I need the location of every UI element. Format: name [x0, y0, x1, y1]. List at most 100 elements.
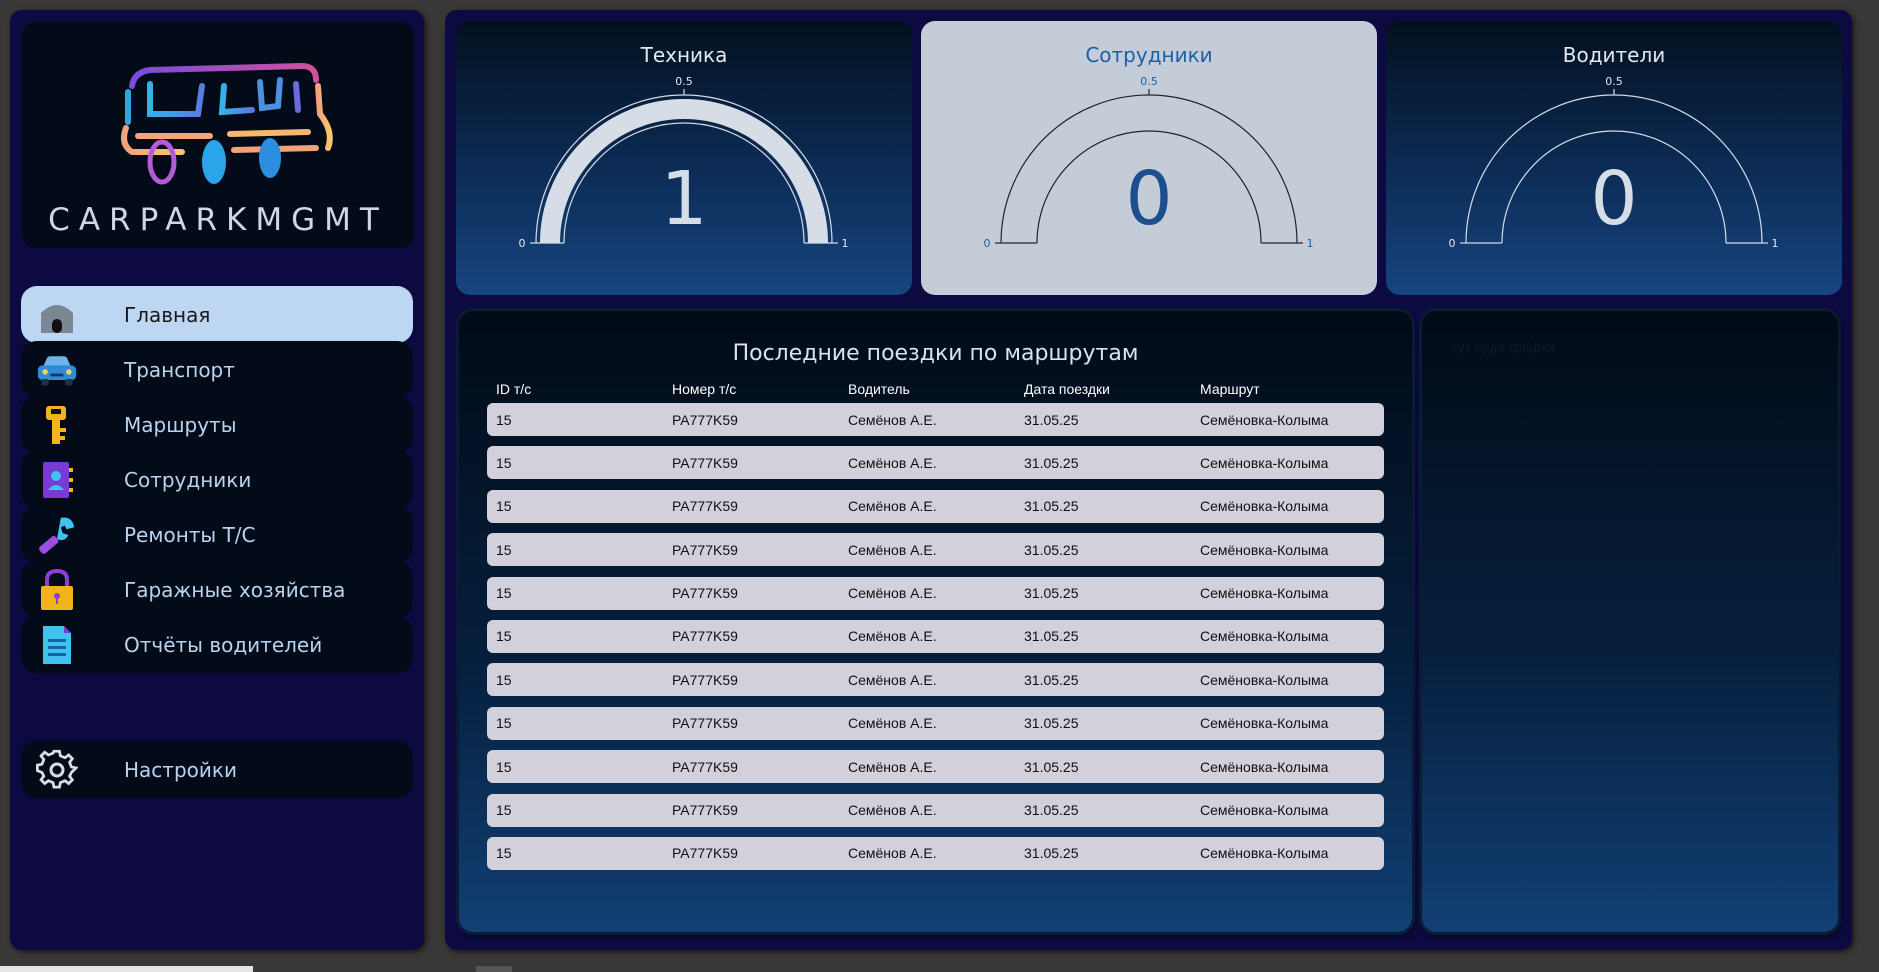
table-body: 15 PA777K59 Семёнов А.Е. 31.05.25 Семёновка-… — [487, 403, 1384, 880]
table-cell: 31.05.25 — [1024, 845, 1079, 862]
table-cell: 15 — [496, 585, 512, 602]
column-header: ID т/с — [496, 381, 532, 397]
sidebar-item-transport[interactable]: Транспорт — [21, 341, 413, 398]
table-row[interactable]: 15 PA777K59 Семёнов А.Е. 31.05.25 Семёновка-… — [487, 750, 1384, 784]
gauge-card-employees: Сотрудники 0.5 0 1 0 — [921, 21, 1377, 295]
sidebar-item-label: Гаражные хозяйства — [124, 577, 346, 602]
gauge-chart: 0.5 0 1 0 — [984, 75, 1314, 250]
table-row[interactable]: 15 PA777K59 Семёнов А.Е. 31.05.25 Семёновка-… — [487, 489, 1384, 523]
table-cell: 15 — [496, 758, 512, 775]
table-cell: Семёнов А.Е. — [848, 715, 937, 732]
sidebar-item-label: Транспорт — [124, 357, 235, 382]
column-header: Номер т/с — [672, 381, 737, 397]
table-cell: 31.05.25 — [1024, 541, 1079, 558]
home-icon — [36, 294, 78, 336]
sidebar-item-settings[interactable]: Настройки — [21, 741, 413, 798]
table-cell: 15 — [496, 454, 512, 471]
gauge-tick-max: 1 — [842, 237, 849, 250]
table-cell: 15 — [496, 541, 512, 558]
table-cell: Семёнов А.Е. — [848, 454, 937, 471]
sidebar-item-garages[interactable]: Гаражные хозяйства — [21, 561, 413, 618]
sidebar-item-employees[interactable]: Сотрудники — [21, 451, 413, 508]
scrollbar-thumb[interactable] — [476, 966, 512, 972]
table-cell: 31.05.25 — [1024, 628, 1079, 645]
sidebar-item-label: Ремонты Т/С — [124, 522, 256, 547]
table-title: Последние поездки по маршрутам — [732, 341, 1139, 366]
sidebar-item-routes[interactable]: Маршруты — [21, 396, 413, 453]
table-row[interactable]: 15 PA777K59 Семёнов А.Е. 31.05.25 Семёновка-… — [487, 663, 1384, 697]
charts-placeholder-text: тут буда графки — [1451, 339, 1556, 355]
gauge-tick-min: 0 — [984, 237, 991, 250]
wrench-icon — [36, 514, 78, 556]
table-cell: Семёнов А.Е. — [848, 498, 937, 515]
table-row[interactable]: 15 PA777K59 Семёнов А.Е. 31.05.25 Семёновка-… — [487, 446, 1384, 480]
charts-panel: тут буда графки — [1422, 311, 1838, 932]
sidebar-item-repairs[interactable]: Ремонты Т/С — [21, 506, 413, 563]
table-row[interactable]: 15 PA777K59 Семёнов А.Е. 31.05.25 Семёновка-… — [487, 533, 1384, 567]
table-cell: Семёновка-Колыма — [1200, 802, 1329, 819]
table-cell: 15 — [496, 628, 512, 645]
table-row[interactable]: 15 PA777K59 Семёнов А.Е. 31.05.25 Семёновка-… — [487, 403, 1384, 436]
sidebar-item-driver-reports[interactable]: Отчёты водителей — [21, 616, 413, 673]
table-row[interactable]: 15 PA777K59 Семёнов А.Е. 31.05.25 Семёновка-… — [487, 706, 1384, 740]
table-cell: Семёновка-Колыма — [1200, 845, 1329, 862]
table-row[interactable]: 15 PA777K59 Семёнов А.Е. 31.05.25 Семёновка-… — [487, 619, 1384, 653]
table-cell: PA777K59 — [672, 585, 738, 602]
table-cell: 31.05.25 — [1024, 498, 1079, 515]
gear-icon — [36, 749, 78, 791]
sidebar: CARPARKMGMT Главная Транспорт Маршруты С… — [10, 10, 424, 950]
table-cell: Семёнов А.Е. — [848, 585, 937, 602]
table-row[interactable]: 15 PA777K59 Семёнов А.Е. 31.05.25 Семёновка-… — [487, 793, 1384, 827]
table-row[interactable]: 15 PA777K59 Семёнов А.Е. 31.05.25 Семёновка-… — [487, 576, 1384, 610]
table-cell: Семёновка-Колыма — [1200, 671, 1329, 688]
gauge-tick-max: 1 — [1307, 237, 1314, 250]
table-cell: Семёновка-Колыма — [1200, 411, 1329, 428]
gauge-tick-min: 0 — [519, 237, 526, 250]
table-cell: Семёновка-Колыма — [1200, 541, 1329, 558]
table-cell: Семёнов А.Е. — [848, 411, 937, 428]
table-cell: 31.05.25 — [1024, 671, 1079, 688]
table-cell: Семёновка-Колыма — [1200, 628, 1329, 645]
gauge-chart: 0.5 0 1 1 — [519, 75, 849, 250]
main-panel: Техника 0.5 0 1 1 Сотрудники 0.5 0 1 0 В… — [445, 10, 1852, 950]
table-cell: 15 — [496, 845, 512, 862]
table-cell: 31.05.25 — [1024, 411, 1079, 428]
gauge-tick-mid: 0.5 — [1605, 75, 1623, 88]
sidebar-item-label: Главная — [124, 302, 211, 327]
table-cell: 31.05.25 — [1024, 454, 1079, 471]
sidebar-item-label: Настройки — [124, 757, 237, 782]
gauge-card-vehicles: Техника 0.5 0 1 1 — [456, 21, 912, 295]
sidebar-item-label: Маршруты — [124, 412, 237, 437]
gauge-tick-min: 0 — [1449, 237, 1456, 250]
table-cell: PA777K59 — [672, 671, 738, 688]
gauge-value: 0 — [1125, 156, 1172, 242]
gauge-value: 1 — [660, 156, 707, 242]
gauge-tick-mid: 0.5 — [675, 75, 693, 88]
table-header: ID т/с Номер т/с Водитель Дата поездки М… — [487, 381, 1384, 401]
table-cell: 31.05.25 — [1024, 715, 1079, 732]
table-cell: Семёнов А.Е. — [848, 628, 937, 645]
table-cell: PA777K59 — [672, 628, 738, 645]
table-cell: PA777K59 — [672, 454, 738, 471]
lock-icon — [36, 568, 78, 611]
table-cell: PA777K59 — [672, 715, 738, 732]
table-cell: 31.05.25 — [1024, 802, 1079, 819]
table-row[interactable]: 15 PA777K59 Семёнов А.Е. 31.05.25 Семёновка-… — [487, 836, 1384, 870]
table-cell: Семёнов А.Е. — [848, 541, 937, 558]
table-cell: PA777K59 — [672, 411, 738, 428]
table-cell: Семёновка-Колыма — [1200, 715, 1329, 732]
table-cell: 31.05.25 — [1024, 758, 1079, 775]
app-logo[interactable]: CARPARKMGMT — [22, 22, 414, 248]
recent-trips-panel: Последние поездки по маршрутам ID т/с Но… — [459, 311, 1412, 932]
table-cell: Семёнов А.Е. — [848, 845, 937, 862]
table-cell: 15 — [496, 411, 512, 428]
table-cell: PA777K59 — [672, 802, 738, 819]
sidebar-item-home[interactable]: Главная — [21, 286, 413, 343]
table-cell: Семёновка-Колыма — [1200, 498, 1329, 515]
key-icon — [36, 404, 78, 446]
gauge-card-drivers: Водители 0.5 0 1 0 — [1386, 21, 1842, 295]
table-cell: Семёнов А.Е. — [848, 671, 937, 688]
contacts-book-icon — [36, 459, 78, 501]
gauge-value: 0 — [1590, 156, 1637, 242]
table-cell: Семёновка-Колыма — [1200, 454, 1329, 471]
